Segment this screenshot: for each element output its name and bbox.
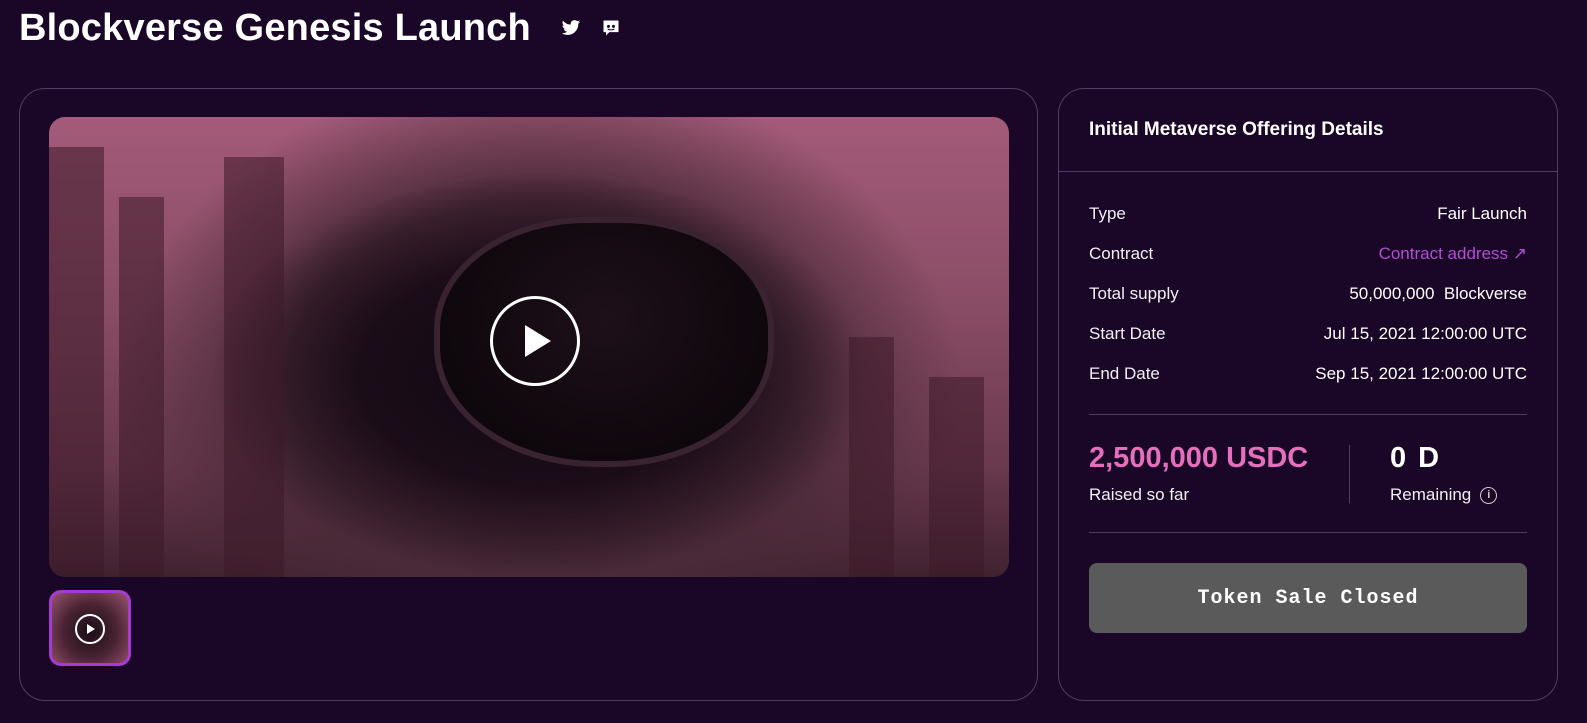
type-value: Fair Launch	[1437, 204, 1527, 223]
supply-value: 50,000,000 Blockverse	[1349, 284, 1527, 304]
page-header: Blockverse Genesis Launch	[19, 4, 621, 52]
contract-label: Contract	[1089, 244, 1154, 263]
end-value: Sep 15, 2021 12:00:00 UTC	[1315, 364, 1527, 384]
start-date: Jul 15, 2021	[1323, 324, 1417, 343]
card-header: Initial Metaverse Offering Details	[1059, 89, 1557, 172]
play-icon[interactable]	[490, 296, 580, 386]
video-building	[224, 157, 284, 577]
supply-amount: 50,000,000	[1349, 284, 1435, 303]
remaining-label-row: Remaining i	[1390, 485, 1498, 505]
token-sale-closed-button[interactable]: Token Sale Closed	[1089, 563, 1527, 633]
discord-icon[interactable]	[601, 18, 621, 38]
sale-stats: 2,500,000 USDC Raised so far 0 D Remaini…	[1059, 415, 1557, 532]
end-date: Sep 15, 2021	[1315, 364, 1417, 383]
remaining-label: Remaining	[1390, 485, 1472, 504]
raised-value: 2,500,000 USDC	[1089, 442, 1309, 474]
divider	[1089, 532, 1527, 533]
detail-row-contract: Contract Contract address ↗	[1089, 234, 1527, 274]
stats-divider	[1349, 444, 1350, 503]
video-building	[49, 147, 104, 577]
supply-label: Total supply	[1089, 284, 1179, 303]
raised-stat: 2,500,000 USDC Raised so far	[1089, 442, 1349, 505]
raised-label: Raised so far	[1089, 485, 1190, 504]
media-card	[19, 88, 1038, 701]
end-label: End Date	[1089, 364, 1160, 383]
detail-row-supply: Total supply 50,000,000 Blockverse	[1089, 274, 1527, 314]
detail-row-start: Start Date Jul 15, 2021 12:00:00 UTC	[1089, 314, 1527, 354]
detail-row-end: End Date Sep 15, 2021 12:00:00 UTC	[1089, 354, 1527, 394]
page-title: Blockverse Genesis Launch	[19, 6, 531, 49]
info-icon[interactable]: i	[1480, 486, 1498, 504]
twitter-icon[interactable]	[561, 18, 581, 38]
video-player[interactable]	[49, 117, 1009, 577]
social-links	[561, 18, 621, 38]
start-value: Jul 15, 2021 12:00:00 UTC	[1324, 324, 1527, 344]
start-label: Start Date	[1089, 324, 1166, 343]
card-title: Initial Metaverse Offering Details	[1089, 119, 1384, 140]
video-building	[119, 197, 164, 577]
type-label: Type	[1089, 204, 1126, 223]
contract-address-link[interactable]: Contract address ↗	[1379, 244, 1527, 264]
supply-token: Blockverse	[1443, 284, 1527, 303]
remaining-stat: 0 D Remaining i	[1390, 442, 1498, 505]
end-time: 12:00:00 UTC	[1421, 364, 1527, 383]
video-thumbnail[interactable]	[49, 590, 131, 666]
video-building	[929, 377, 984, 577]
details-list: Type Fair Launch Contract Contract addre…	[1059, 172, 1557, 394]
video-building	[849, 337, 894, 577]
play-icon	[75, 614, 105, 644]
offering-details-card: Initial Metaverse Offering Details Type …	[1058, 88, 1558, 701]
detail-row-type: Type Fair Launch	[1089, 194, 1527, 234]
remaining-value: 0 D	[1390, 442, 1442, 474]
astronaut-visor	[434, 217, 774, 467]
start-time: 12:00:00 UTC	[1421, 324, 1527, 343]
